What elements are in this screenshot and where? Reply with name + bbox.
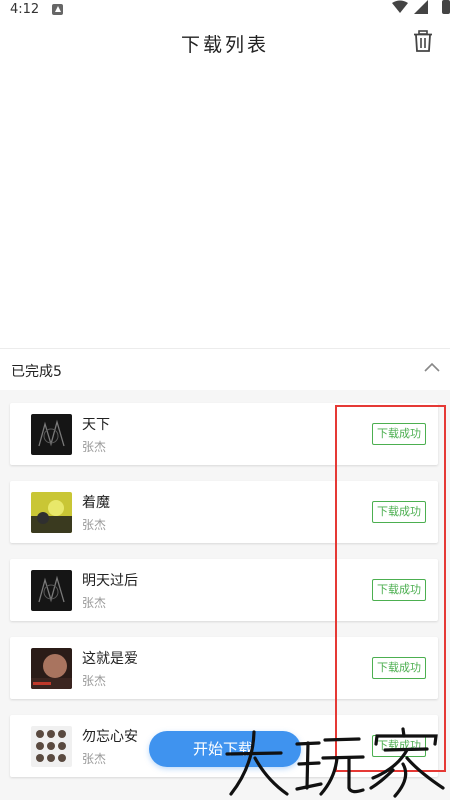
status-badge: 下载成功 — [372, 423, 426, 445]
song-artist: 张杰 — [82, 440, 107, 454]
section-label: 已完成5 — [11, 361, 62, 381]
album-cover — [31, 492, 72, 533]
list-item[interactable]: 着魔 张杰 下载成功 — [10, 481, 438, 543]
song-artist: 张杰 — [82, 752, 107, 766]
notification-icon — [52, 4, 63, 15]
watermark-logo — [225, 727, 445, 798]
chevron-up-icon[interactable] — [424, 361, 440, 373]
status-badge: 下载成功 — [372, 501, 426, 523]
battery-icon — [442, 0, 450, 14]
clear-list-button[interactable] — [408, 26, 438, 56]
status-bar: 4:12 — [0, 0, 450, 20]
completed-section-header[interactable]: 已完成5 — [0, 348, 450, 392]
song-artist: 张杰 — [82, 674, 107, 688]
song-title: 天下 — [82, 417, 110, 433]
album-cover — [31, 648, 72, 689]
trash-icon — [414, 30, 432, 52]
song-title: 明天过后 — [82, 573, 138, 589]
list-item[interactable]: 明天过后 张杰 下载成功 — [10, 559, 438, 621]
list-item[interactable]: 这就是爱 张杰 下载成功 — [10, 637, 438, 699]
song-artist: 张杰 — [82, 596, 107, 610]
album-cover — [31, 726, 72, 767]
status-time: 4:12 — [10, 2, 40, 17]
list-item[interactable]: 天下 张杰 下载成功 — [10, 403, 438, 465]
app-header: 下载列表 — [0, 20, 450, 66]
section-title: 已完成 — [11, 364, 53, 380]
wifi-icon — [392, 0, 408, 13]
page-title: 下载列表 — [180, 34, 269, 56]
song-title: 勿忘心安 — [82, 729, 138, 745]
album-cover — [31, 570, 72, 611]
song-title: 这就是爱 — [82, 651, 138, 667]
album-cover — [31, 414, 72, 455]
signal-icon — [414, 0, 428, 14]
song-title: 着魔 — [82, 495, 110, 511]
status-badge: 下载成功 — [372, 579, 426, 601]
completed-count: 5 — [53, 364, 62, 380]
song-artist: 张杰 — [82, 518, 107, 532]
status-badge: 下载成功 — [372, 657, 426, 679]
